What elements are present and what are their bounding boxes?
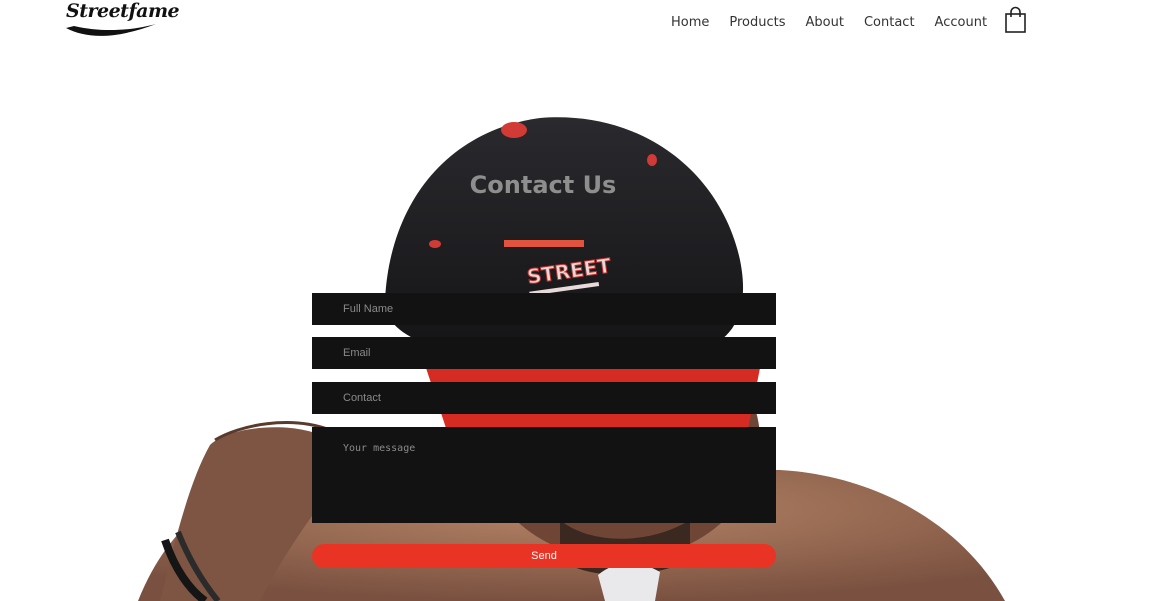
- logo[interactable]: Streetfame: [64, 0, 180, 40]
- nav-products[interactable]: Products: [729, 15, 785, 30]
- nav-account[interactable]: Account: [935, 15, 988, 30]
- title-underline: [504, 240, 584, 247]
- send-button[interactable]: Send: [312, 544, 776, 568]
- nav-about[interactable]: About: [806, 15, 844, 30]
- shopping-bag-icon[interactable]: [1004, 6, 1028, 34]
- logo-text: Streetfame: [66, 0, 180, 22]
- page-title: Contact Us: [469, 171, 617, 199]
- full-name-input[interactable]: [312, 293, 776, 325]
- nav-home[interactable]: Home: [671, 15, 709, 30]
- main-nav: Home Products About Contact Account: [662, 12, 987, 32]
- page: Streetfame Home Products About Contact A…: [0, 0, 1158, 601]
- email-input[interactable]: [312, 337, 776, 369]
- contact-input[interactable]: [312, 382, 776, 414]
- message-textarea[interactable]: [312, 427, 776, 523]
- nav-contact[interactable]: Contact: [864, 15, 915, 30]
